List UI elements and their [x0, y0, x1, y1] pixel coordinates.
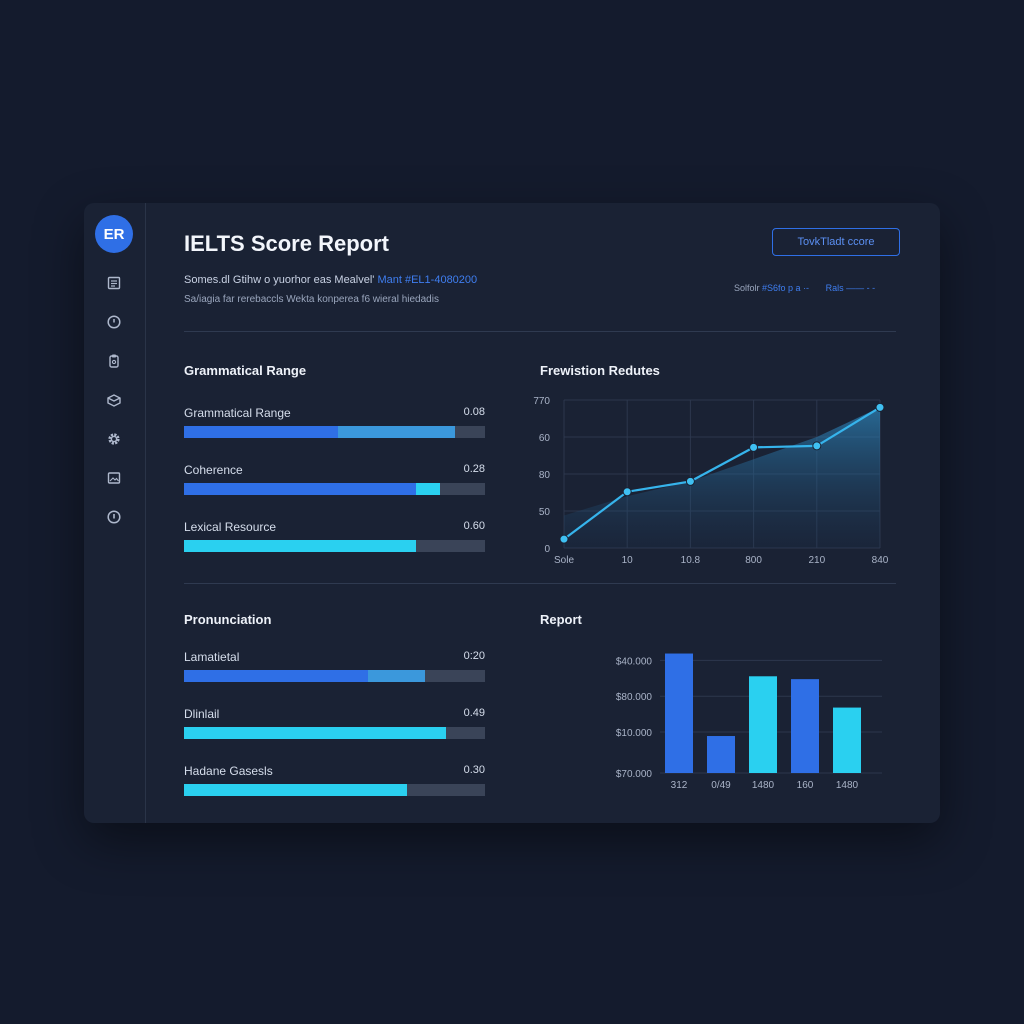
x-tick-label: 1480 [836, 780, 859, 791]
score-bar-fill-primary [184, 483, 416, 495]
series-area [564, 407, 880, 548]
report-meta-line: Somes.dl Gtihw o yuorhor eas Mealvel' Ma… [184, 274, 477, 286]
data-point [685, 476, 695, 486]
x-tick-label: 160 [797, 780, 814, 791]
score-bar-fill-primary [184, 540, 416, 552]
score-bar-row: Grammatical Range 0.08 [184, 406, 485, 440]
score-bar-track [184, 784, 485, 796]
score-bar-track [184, 483, 485, 495]
score-bar-label: Hadane Gasesls [184, 764, 273, 778]
score-bar-track [184, 426, 485, 438]
score-bar-fill-secondary [367, 670, 425, 682]
score-bar-fill-primary [184, 670, 368, 682]
score-bar-value: 0.60 [463, 520, 485, 532]
clock-icon[interactable] [104, 312, 124, 332]
score-bar-value: 0.08 [463, 406, 485, 418]
bar [791, 679, 819, 773]
data-point [749, 442, 759, 452]
bar [749, 676, 777, 773]
data-point [559, 534, 569, 544]
y-tick-label: $80.000 [616, 692, 653, 703]
x-tick-label: 10.8 [681, 555, 701, 566]
x-tick-label: 0/49 [711, 780, 731, 791]
document-icon[interactable] [104, 273, 124, 293]
score-bar-row: Coherence 0.28 [184, 463, 485, 497]
score-bar-row: Dlinlail 0.49 [184, 707, 485, 741]
report-id: Mant #EL1-4080200 [377, 274, 478, 286]
gear-icon[interactable] [104, 429, 124, 449]
score-button[interactable]: TovkTladt ccore [772, 228, 900, 256]
y-tick-label: 50 [539, 507, 551, 518]
page-title: IELTS Score Report [184, 231, 389, 256]
layers-icon[interactable] [104, 390, 124, 410]
avatar[interactable]: ER [95, 215, 133, 253]
line-chart: 0 50 80 60 770 Sole 10 10.8 800 210 840 [533, 396, 889, 566]
score-bar-row: Lamatietal 0:20 [184, 650, 485, 684]
data-point [812, 441, 822, 451]
x-tick-label: 10 [622, 555, 634, 566]
section-title-line-chart: Frewistion Redutes [540, 363, 660, 378]
x-tick-label: 840 [872, 555, 889, 566]
x-tick-label: 800 [745, 555, 762, 566]
x-tick-label: 1480 [752, 780, 775, 791]
clipboard-icon[interactable] [104, 351, 124, 371]
meta-right-label: Solfolr [734, 283, 760, 293]
bar [833, 707, 861, 773]
score-bar-label: Lamatietal [184, 650, 240, 664]
score-bar-fill-secondary [337, 426, 455, 438]
y-tick-label: 60 [539, 433, 551, 444]
bar-chart: $70.000 $10.000 $80.000 $40.000 312 0/49 1480 1… [616, 653, 882, 791]
bar [665, 653, 693, 773]
report-subtitle: Sa/iagia far rerebaccls Wekta konperea f… [184, 294, 439, 305]
score-bar-label: Coherence [184, 463, 243, 477]
report-card: ER IELTS Score Report Somes.dl Gtihw o y… [84, 203, 940, 823]
meta-right-link[interactable]: #S6fo p a ·- [762, 283, 809, 293]
meta-right-status: Rals —— - - [825, 283, 876, 293]
score-bar-track [184, 540, 485, 552]
x-tick-label: Sole [554, 555, 574, 566]
score-bar-fill-primary [184, 784, 407, 796]
x-tick-label: 312 [671, 780, 688, 791]
score-bar-label: Grammatical Range [184, 406, 291, 420]
y-tick-label: $10.000 [616, 728, 653, 739]
score-bar-value: 0:20 [463, 650, 485, 662]
section-title-grammatical-range: Grammatical Range [184, 363, 307, 378]
score-bar-track [184, 727, 485, 739]
y-tick-label: 770 [533, 396, 550, 407]
data-point [622, 487, 632, 497]
y-tick-label: 0 [544, 544, 550, 555]
score-bar-fill-primary [184, 426, 338, 438]
info-icon[interactable] [104, 507, 124, 527]
divider-middle [184, 583, 896, 584]
score-bar-row: Hadane Gasesls 0.30 [184, 764, 485, 798]
score-bar-value: 0.49 [463, 707, 485, 719]
score-bar-track [184, 670, 485, 682]
score-bar-row: Lexical Resource 0.60 [184, 520, 485, 554]
section-title-bar-chart: Report [540, 612, 582, 627]
image-icon[interactable] [104, 468, 124, 488]
report-meta-text: Somes.dl Gtihw o yuorhor eas Mealvel' [184, 274, 375, 286]
score-bar-label: Lexical Resource [184, 520, 277, 534]
data-point [875, 402, 885, 412]
meta-right: Solfolr #S6fo p a ·- Rals —— - - [734, 283, 875, 293]
y-tick-label: 80 [539, 470, 551, 481]
divider-top [184, 331, 896, 332]
y-tick-label: $40.000 [616, 656, 653, 667]
bar [707, 736, 735, 773]
score-bar-fill-secondary [415, 483, 440, 495]
section-title-pronunciation: Pronunciation [184, 612, 272, 627]
score-bar-fill-primary [184, 727, 446, 739]
y-tick-label: $70.000 [616, 769, 653, 780]
sidebar: ER [84, 203, 146, 823]
x-tick-label: 210 [808, 555, 825, 566]
score-bar-value: 0.28 [463, 463, 485, 475]
score-bar-value: 0.30 [463, 764, 485, 776]
score-bar-label: Dlinlail [184, 707, 220, 721]
